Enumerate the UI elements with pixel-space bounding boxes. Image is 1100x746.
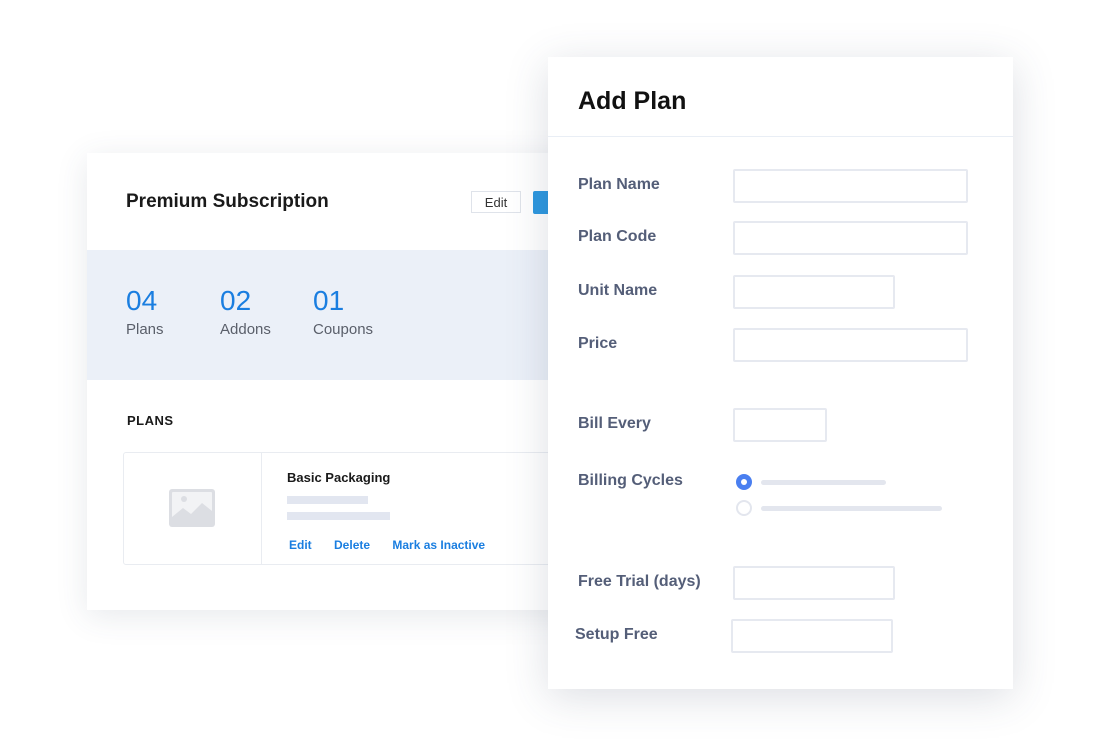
dialog-title: Add Plan bbox=[578, 87, 687, 115]
plan-thumbnail bbox=[124, 453, 262, 564]
plan-edit-link[interactable]: Edit bbox=[289, 538, 312, 552]
bill-every-label: Bill Every bbox=[578, 415, 651, 432]
placeholder-text-line bbox=[287, 512, 390, 520]
edit-subscription-button[interactable]: Edit bbox=[471, 191, 521, 213]
subscription-title: Premium Subscription bbox=[126, 191, 329, 212]
stat-plans: 04 Plans bbox=[126, 285, 164, 338]
setup-free-input[interactable] bbox=[731, 619, 893, 653]
bill-every-input[interactable] bbox=[733, 408, 827, 442]
billing-cycles-label: Billing Cycles bbox=[578, 472, 683, 489]
unit-name-label: Unit Name bbox=[578, 282, 658, 299]
subscription-header: Premium Subscription Edit bbox=[87, 153, 607, 250]
stat-coupons: 01 Coupons bbox=[313, 285, 373, 338]
stats-panel: 04 Plans 02 Addons 01 Coupons bbox=[87, 250, 607, 380]
subscription-card: Premium Subscription Edit 04 Plans 02 Ad… bbox=[87, 153, 607, 610]
divider bbox=[548, 136, 1013, 137]
plan-actions: Edit Delete Mark as Inactive bbox=[289, 538, 504, 552]
stat-value: 04 bbox=[126, 285, 158, 316]
plans-heading: PLANS bbox=[127, 413, 174, 428]
stat-value: 02 bbox=[220, 285, 252, 316]
radio-option-placeholder bbox=[761, 480, 886, 485]
plan-code-label: Plan Code bbox=[578, 228, 657, 245]
stat-label: Addons bbox=[220, 321, 271, 338]
radio-option-placeholder bbox=[761, 506, 942, 511]
free-trial-input[interactable] bbox=[733, 566, 895, 600]
free-trial-label: Free Trial (days) bbox=[578, 573, 701, 590]
image-placeholder-icon bbox=[169, 489, 215, 527]
price-label: Price bbox=[578, 335, 618, 352]
stat-value: 01 bbox=[313, 285, 345, 316]
stat-label: Plans bbox=[126, 321, 164, 338]
add-plan-dialog: Add Plan Plan Name Plan Code Unit Name P… bbox=[548, 57, 1013, 689]
billing-cycle-radio-1[interactable] bbox=[736, 474, 752, 490]
plan-name: Basic Packaging bbox=[287, 470, 391, 485]
plan-mark-inactive-link[interactable]: Mark as Inactive bbox=[392, 538, 485, 552]
unit-name-input[interactable] bbox=[733, 275, 895, 309]
plan-delete-link[interactable]: Delete bbox=[334, 538, 370, 552]
stat-addons: 02 Addons bbox=[220, 285, 271, 338]
setup-free-label: Setup Free bbox=[575, 626, 658, 643]
placeholder-text-line bbox=[287, 496, 368, 504]
stat-label: Coupons bbox=[313, 321, 374, 338]
plan-name-label: Plan Name bbox=[578, 176, 660, 193]
plan-code-input[interactable] bbox=[733, 221, 968, 255]
plan-name-input[interactable] bbox=[733, 169, 968, 203]
plan-list-item: Basic Packaging Edit Delete Mark as Inac… bbox=[123, 452, 603, 565]
billing-cycle-radio-2[interactable] bbox=[736, 500, 752, 516]
price-input[interactable] bbox=[733, 328, 968, 362]
